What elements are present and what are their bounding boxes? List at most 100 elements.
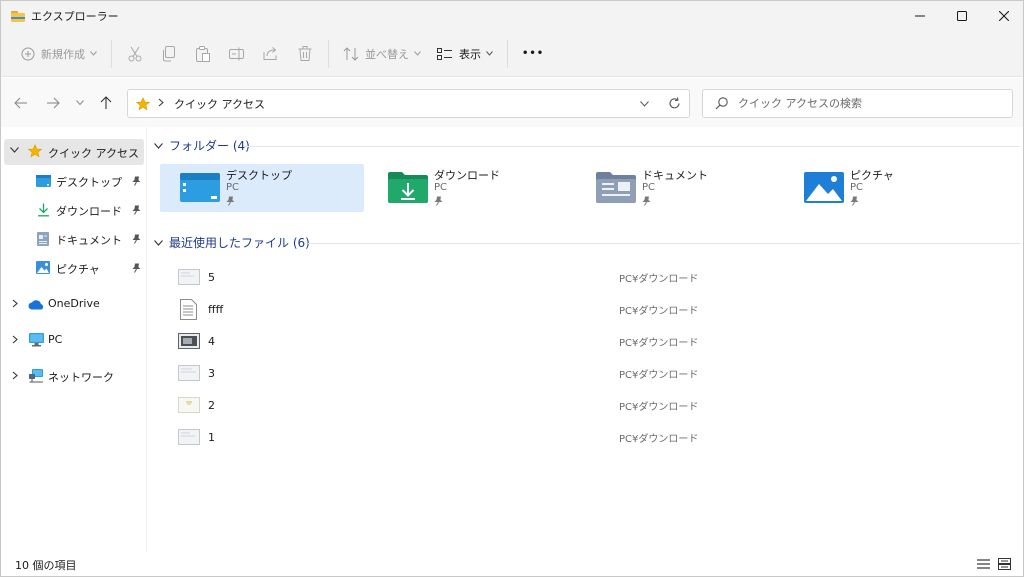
more-options-button[interactable]: ••• [514, 38, 552, 70]
recent-file-row[interactable]: 2 PC¥ダウンロード [162, 390, 1012, 420]
copy-icon [163, 45, 175, 61]
address-bar[interactable]: クイック アクセス [127, 89, 690, 118]
details-view-button[interactable] [977, 558, 990, 573]
chevron-down-icon [90, 51, 97, 56]
folder-name: ピクチャ [850, 169, 894, 182]
chevron-right-icon[interactable] [12, 335, 18, 347]
chevron-down-icon [154, 239, 163, 246]
address-history-button[interactable] [629, 100, 659, 107]
sidebar-item-documents[interactable]: ドキュメント [4, 226, 144, 252]
image-file-icon [178, 268, 200, 289]
cloud-icon [28, 299, 45, 310]
folders-group-title: フォルダー (4) [169, 139, 250, 153]
maximize-icon [957, 11, 967, 21]
back-button[interactable] [8, 90, 34, 116]
arrow-right-icon [47, 97, 60, 109]
folder-location: PC [226, 182, 240, 193]
recent-files-group-title: 最近使用したファイル (6) [169, 236, 310, 250]
recent-file-row[interactable]: 3 PC¥ダウンロード [162, 358, 1012, 388]
recent-file-row[interactable]: 5 PC¥ダウンロード [162, 262, 1012, 292]
sidebar-item-pc[interactable]: PC [4, 327, 144, 353]
sidebar-item-pictures[interactable]: ピクチャ [4, 255, 144, 281]
copy-button[interactable] [152, 38, 186, 70]
folders-group-header[interactable]: フォルダー (4) [154, 137, 250, 154]
folder-tile-downloads[interactable]: ダウンロード PC [368, 164, 572, 212]
maximize-button[interactable] [941, 1, 983, 31]
delete-button[interactable] [288, 38, 322, 70]
group-divider [244, 146, 1020, 147]
sort-button-label: 並べ替え [365, 47, 409, 61]
sort-icon [343, 46, 359, 61]
documents-folder-icon [596, 170, 636, 206]
sidebar-item-label: ネットワーク [48, 371, 114, 384]
sidebar-item-network[interactable]: ネットワーク [4, 363, 144, 389]
recent-locations-button[interactable] [67, 90, 93, 116]
image-file-icon [178, 364, 200, 385]
pin-icon [132, 205, 141, 215]
recent-file-row[interactable]: ffff PC¥ダウンロード [162, 294, 1012, 324]
file-location: PC¥ダウンロード [619, 273, 699, 285]
search-box[interactable] [702, 89, 1013, 118]
rename-icon [229, 47, 244, 60]
paste-button[interactable] [186, 38, 220, 70]
item-count: 10 個の項目 [15, 559, 77, 572]
documents-icon [37, 232, 49, 246]
chevron-right-icon[interactable] [12, 371, 18, 383]
share-button[interactable] [254, 38, 288, 70]
scissors-icon [128, 46, 142, 61]
file-name: 2 [208, 398, 215, 412]
command-bar: 新規作成 並べ替え 表示 ••• [1, 31, 1023, 77]
folder-location: PC [850, 182, 864, 193]
sidebar-item-onedrive[interactable]: OneDrive [4, 291, 144, 317]
breadcrumb-current[interactable]: クイック アクセス [174, 96, 265, 112]
file-location: PC¥ダウンロード [619, 337, 699, 349]
close-button[interactable] [983, 1, 1023, 31]
search-icon [715, 97, 728, 110]
refresh-button[interactable] [659, 97, 689, 110]
network-icon [29, 369, 44, 383]
toolbar-separator [328, 39, 329, 68]
folder-name: ドキュメント [642, 169, 708, 182]
pictures-folder-icon [804, 170, 844, 206]
chevron-down-icon [414, 51, 421, 56]
arrow-left-icon [14, 97, 27, 109]
sort-button[interactable]: 並べ替え [335, 38, 429, 70]
chevron-down-icon[interactable] [10, 145, 19, 156]
text-file-icon [180, 299, 197, 323]
minimize-button[interactable] [899, 1, 941, 31]
tiles-view-button[interactable] [998, 558, 1011, 573]
sidebar-item-quick-access[interactable]: クイック アクセス [4, 139, 144, 165]
sidebar-item-downloads[interactable]: ダウンロード [4, 197, 144, 223]
search-input[interactable] [738, 97, 998, 110]
rename-button[interactable] [220, 38, 254, 70]
folder-app-icon [11, 10, 25, 22]
pin-icon [226, 196, 235, 206]
new-button-label: 新規作成 [41, 47, 85, 61]
minimize-icon [915, 15, 925, 17]
view-button[interactable]: 表示 [429, 38, 501, 70]
recent-file-row[interactable]: 4 PC¥ダウンロード [162, 326, 1012, 356]
sidebar-item-desktop[interactable]: デスクトップ [4, 168, 144, 194]
chevron-down-icon [154, 142, 163, 149]
forward-button[interactable] [40, 90, 66, 116]
download-icon [37, 203, 50, 217]
folder-tile-documents[interactable]: ドキュメント PC [576, 164, 780, 212]
plus-circle-icon [21, 47, 35, 60]
new-button[interactable]: 新規作成 [13, 38, 105, 70]
details-view-icon [977, 559, 990, 569]
cut-button[interactable] [118, 38, 152, 70]
chevron-right-icon[interactable] [12, 299, 18, 311]
folder-tile-pictures[interactable]: ピクチャ PC [784, 164, 988, 212]
recent-file-row[interactable]: 1 PC¥ダウンロード [162, 422, 1012, 452]
sidebar-item-label: ダウンロード [56, 205, 122, 218]
file-location: PC¥ダウンロード [619, 401, 699, 413]
computer-icon [29, 333, 44, 347]
star-icon [28, 144, 42, 158]
more-icon: ••• [522, 48, 545, 59]
up-button[interactable] [93, 90, 119, 116]
folder-tile-desktop[interactable]: デスクトップ PC [160, 164, 364, 212]
folder-name: デスクトップ [226, 169, 292, 182]
sidebar-item-label: クイック アクセス [48, 147, 139, 160]
recent-files-group-header[interactable]: 最近使用したファイル (6) [154, 234, 310, 251]
file-name: 3 [208, 366, 215, 380]
